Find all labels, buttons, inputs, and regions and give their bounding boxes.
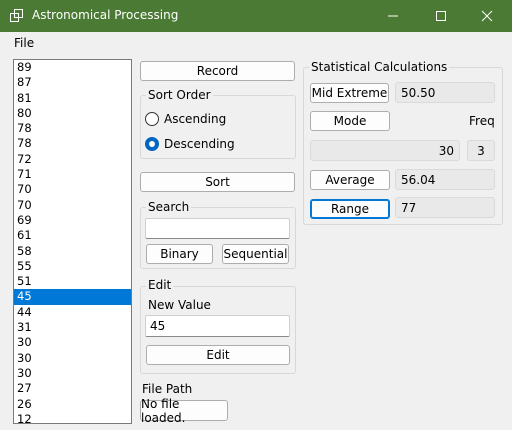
- mid-extreme-button[interactable]: Mid Extreme: [310, 83, 389, 103]
- descending-label: Descending: [164, 137, 235, 151]
- list-item[interactable]: 89: [14, 60, 131, 75]
- freq-value: 3: [467, 140, 495, 161]
- menu-file[interactable]: File: [14, 36, 34, 50]
- list-item[interactable]: 70: [14, 182, 131, 197]
- descending-radio[interactable]: [145, 137, 159, 151]
- search-title: Search: [146, 200, 192, 214]
- mode-value: 30: [310, 140, 460, 161]
- range-value: 77: [395, 197, 495, 218]
- list-item[interactable]: 26: [14, 397, 131, 412]
- list-item[interactable]: 81: [14, 91, 131, 106]
- list-item[interactable]: 45: [14, 289, 131, 305]
- stats-title: Statistical Calculations: [309, 60, 450, 74]
- sort-button[interactable]: Sort: [140, 172, 295, 192]
- maximize-icon: [436, 11, 446, 21]
- new-value-input[interactable]: 45: [145, 315, 290, 337]
- data-listbox[interactable]: 89 87 81 80 78 78 72 71 70 70 69 61 58 55 51 45 44 31 30 30…: [13, 59, 132, 424]
- list-item[interactable]: 71: [14, 167, 131, 182]
- list-item[interactable]: 27: [14, 381, 131, 396]
- new-value-label: New Value: [148, 298, 211, 312]
- list-item[interactable]: 31: [14, 320, 131, 335]
- list-item[interactable]: 30: [14, 351, 131, 366]
- list-item[interactable]: 55: [14, 259, 131, 274]
- list-item[interactable]: 30: [14, 335, 131, 350]
- maximize-button[interactable]: [424, 0, 458, 32]
- list-item[interactable]: 87: [14, 75, 131, 90]
- sequential-search-button[interactable]: Sequential: [222, 244, 289, 264]
- list-item[interactable]: 78: [14, 136, 131, 151]
- binary-search-button[interactable]: Binary: [146, 244, 213, 264]
- list-item[interactable]: 30: [14, 366, 131, 381]
- close-icon: [481, 10, 493, 22]
- edit-title: Edit: [146, 278, 174, 292]
- range-button[interactable]: Range: [310, 199, 390, 219]
- list-item[interactable]: 61: [14, 228, 131, 243]
- list-item[interactable]: 72: [14, 152, 131, 167]
- menu-bar: File: [0, 32, 512, 54]
- list-item[interactable]: 58: [14, 244, 131, 259]
- list-item[interactable]: 69: [14, 213, 131, 228]
- list-item[interactable]: 78: [14, 121, 131, 136]
- file-path-label: File Path: [142, 382, 193, 396]
- app-icon: [10, 9, 23, 22]
- list-item[interactable]: 70: [14, 198, 131, 213]
- list-item[interactable]: 44: [14, 305, 131, 320]
- search-input[interactable]: [145, 218, 290, 239]
- close-button[interactable]: [470, 0, 504, 32]
- freq-label: Freq: [469, 114, 495, 128]
- average-value: 56.04: [395, 169, 495, 190]
- record-button[interactable]: Record: [140, 61, 295, 81]
- window-title: Astronomical Processing: [32, 8, 179, 22]
- mode-button[interactable]: Mode: [310, 111, 390, 131]
- sort-order-title: Sort Order: [146, 88, 213, 102]
- average-button[interactable]: Average: [310, 170, 390, 190]
- title-bar: Astronomical Processing: [0, 0, 512, 32]
- file-status-box: No file loaded.: [140, 397, 228, 425]
- list-item[interactable]: 51: [14, 274, 131, 289]
- ascending-radio[interactable]: [145, 112, 159, 126]
- ascending-label: Ascending: [164, 112, 227, 126]
- minimize-icon: [388, 15, 398, 17]
- minimize-button[interactable]: [376, 0, 410, 32]
- list-item[interactable]: 12: [14, 412, 131, 423]
- mid-extreme-value: 50.50: [395, 82, 495, 103]
- edit-button[interactable]: Edit: [146, 345, 290, 365]
- list-item[interactable]: 80: [14, 106, 131, 121]
